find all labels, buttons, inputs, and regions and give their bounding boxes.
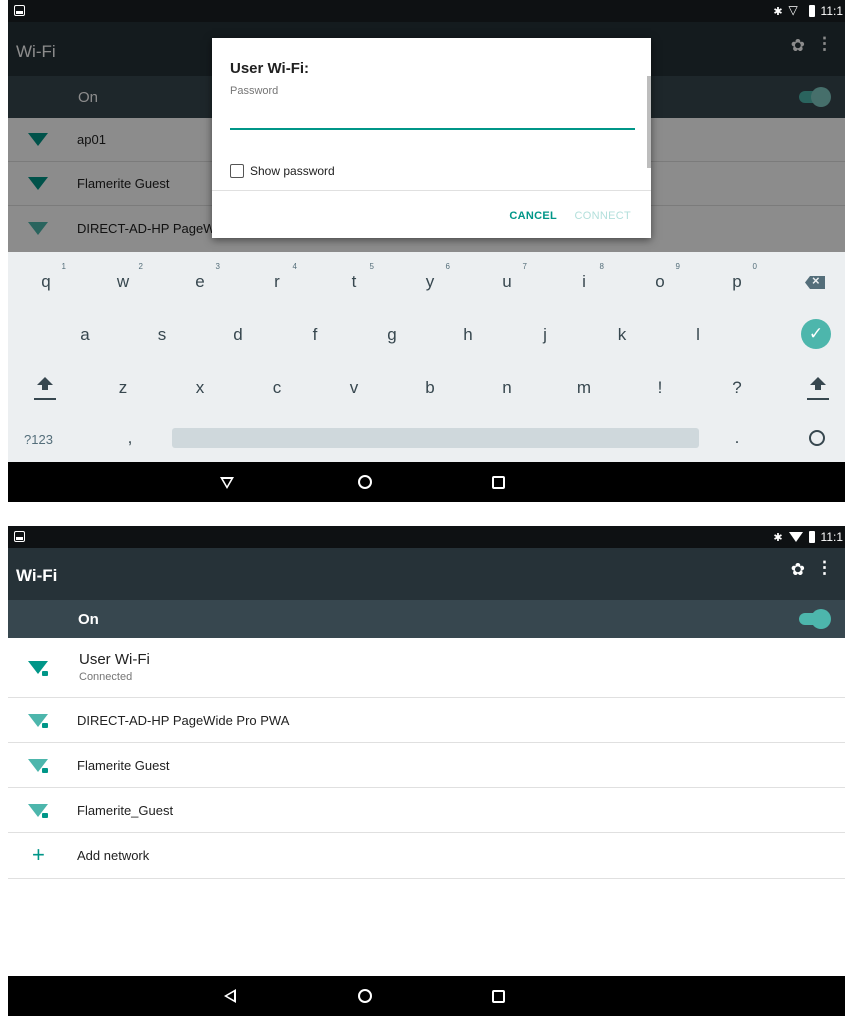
checkbox-icon[interactable] bbox=[230, 164, 244, 178]
backspace-icon[interactable] bbox=[805, 276, 825, 289]
network-name: DIRECT-AD-HP PageWide Pro PWA bbox=[77, 713, 290, 728]
nav-bar bbox=[8, 976, 845, 1016]
key-exclamation[interactable]: ! bbox=[640, 378, 680, 398]
wifi-status-icon bbox=[788, 532, 803, 542]
key-g[interactable]: g bbox=[372, 325, 412, 345]
key-w[interactable]: w2 bbox=[103, 262, 143, 292]
key-t[interactable]: t5 bbox=[334, 262, 374, 292]
key-p[interactable]: p0 bbox=[717, 262, 757, 292]
status-time: 11:1 bbox=[820, 530, 843, 544]
wifi-status-icon bbox=[789, 3, 803, 17]
status-bar: ✱ 11:1 bbox=[8, 526, 845, 548]
key-a[interactable]: a bbox=[65, 325, 105, 345]
key-f[interactable]: f bbox=[295, 325, 335, 345]
wifi-switch[interactable] bbox=[799, 609, 831, 629]
app-bar: Wi-Fi ✿ ⋮ bbox=[8, 548, 845, 600]
key-n[interactable]: n bbox=[487, 378, 527, 398]
key-comma[interactable]: , bbox=[110, 428, 150, 448]
key-l[interactable]: l bbox=[678, 325, 718, 345]
redaction-box bbox=[190, 657, 272, 681]
gear-icon[interactable]: ✿ bbox=[791, 560, 805, 580]
network-name: Flamerite_Guest bbox=[77, 803, 174, 818]
battery-icon bbox=[808, 5, 815, 17]
network-status: Connected bbox=[79, 671, 133, 683]
add-network-row[interactable]: + Add network bbox=[8, 833, 845, 879]
lock-icon bbox=[42, 768, 48, 773]
show-password-checkbox[interactable]: Show password bbox=[230, 164, 335, 178]
nav-bar bbox=[8, 462, 845, 502]
password-input[interactable] bbox=[230, 100, 635, 130]
dialog-title: User Wi-Fi: bbox=[230, 60, 310, 77]
key-v[interactable]: v bbox=[334, 378, 374, 398]
lock-icon bbox=[42, 723, 48, 728]
network-row-connected[interactable]: User Wi-Fi Connected bbox=[8, 638, 845, 698]
cancel-button[interactable]: CANCEL bbox=[509, 210, 557, 222]
back-icon[interactable] bbox=[224, 989, 236, 1003]
dialog-scrollbar[interactable] bbox=[647, 76, 651, 168]
status-bar: ✱ 11:1 bbox=[8, 0, 845, 22]
network-row[interactable]: DIRECT-AD-HP PageWide Pro PWA bbox=[8, 698, 845, 743]
network-name: User Wi-Fi bbox=[79, 651, 150, 668]
notification-icon bbox=[14, 531, 25, 542]
home-icon[interactable] bbox=[358, 989, 372, 1003]
network-row[interactable]: Flamerite_Guest bbox=[8, 788, 845, 833]
password-label: Password bbox=[230, 85, 279, 97]
dialog-divider bbox=[212, 190, 651, 191]
show-password-label: Show password bbox=[250, 164, 335, 178]
key-e[interactable]: e3 bbox=[180, 262, 220, 292]
space-bar[interactable] bbox=[172, 428, 699, 448]
key-d[interactable]: d bbox=[218, 325, 258, 345]
page-title: Wi-Fi bbox=[16, 566, 58, 585]
back-icon[interactable] bbox=[220, 477, 234, 489]
network-row[interactable]: Flamerite Guest bbox=[8, 743, 845, 788]
key-s[interactable]: s bbox=[142, 325, 182, 345]
home-icon[interactable] bbox=[358, 475, 372, 489]
key-x[interactable]: x bbox=[180, 378, 220, 398]
key-j[interactable]: j bbox=[525, 325, 565, 345]
bluetooth-icon: ✱ bbox=[773, 5, 783, 18]
key-c[interactable]: c bbox=[257, 378, 297, 398]
wifi-toggle-label: On bbox=[78, 611, 99, 628]
battery-icon bbox=[808, 531, 815, 543]
status-time: 11:1 bbox=[820, 4, 843, 18]
recent-apps-icon[interactable] bbox=[492, 990, 505, 1003]
plus-icon: + bbox=[32, 842, 45, 867]
wifi-password-screen: ✱ 11:1 Wi-Fi ✿ ⋮ On ap01 Flamerite Guest… bbox=[8, 0, 845, 502]
key-b[interactable]: b bbox=[410, 378, 450, 398]
more-options-icon[interactable]: ⋮ bbox=[816, 558, 833, 578]
shift-left-icon[interactable] bbox=[34, 377, 56, 400]
key-m[interactable]: m bbox=[564, 378, 604, 398]
key-r[interactable]: r4 bbox=[257, 262, 297, 292]
password-dialog: User Wi-Fi: Password Show password CANCE… bbox=[212, 38, 651, 238]
key-period[interactable]: . bbox=[717, 428, 757, 448]
network-name: Flamerite Guest bbox=[77, 758, 170, 773]
bluetooth-icon: ✱ bbox=[773, 531, 783, 544]
key-i[interactable]: i8 bbox=[564, 262, 604, 292]
key-h[interactable]: h bbox=[448, 325, 488, 345]
wifi-toggle-bar[interactable]: On bbox=[8, 600, 845, 638]
key-u[interactable]: u7 bbox=[487, 262, 527, 292]
notification-icon bbox=[14, 5, 25, 16]
key-o[interactable]: o9 bbox=[640, 262, 680, 292]
key-z[interactable]: z bbox=[103, 378, 143, 398]
lock-icon bbox=[42, 671, 48, 676]
shift-right-icon[interactable] bbox=[807, 377, 829, 400]
add-network-label: Add network bbox=[77, 848, 150, 863]
wifi-connected-screen: ✱ 11:1 Wi-Fi ✿ ⋮ On User Wi-Fi Connected… bbox=[8, 526, 845, 1016]
key-question[interactable]: ? bbox=[717, 378, 757, 398]
key-q[interactable]: q1 bbox=[26, 262, 66, 292]
emoji-icon[interactable] bbox=[809, 430, 825, 446]
key-y[interactable]: y6 bbox=[410, 262, 450, 292]
recent-apps-icon[interactable] bbox=[492, 476, 505, 489]
enter-check-icon[interactable]: ✓ bbox=[801, 319, 831, 349]
lock-icon bbox=[42, 813, 48, 818]
symbols-key[interactable]: ?123 bbox=[24, 432, 53, 447]
soft-keyboard: q1 w2 e3 r4 t5 y6 u7 i8 o9 p0 a s d f g … bbox=[8, 252, 845, 462]
connect-button[interactable]: CONNECT bbox=[575, 210, 632, 222]
key-k[interactable]: k bbox=[602, 325, 642, 345]
